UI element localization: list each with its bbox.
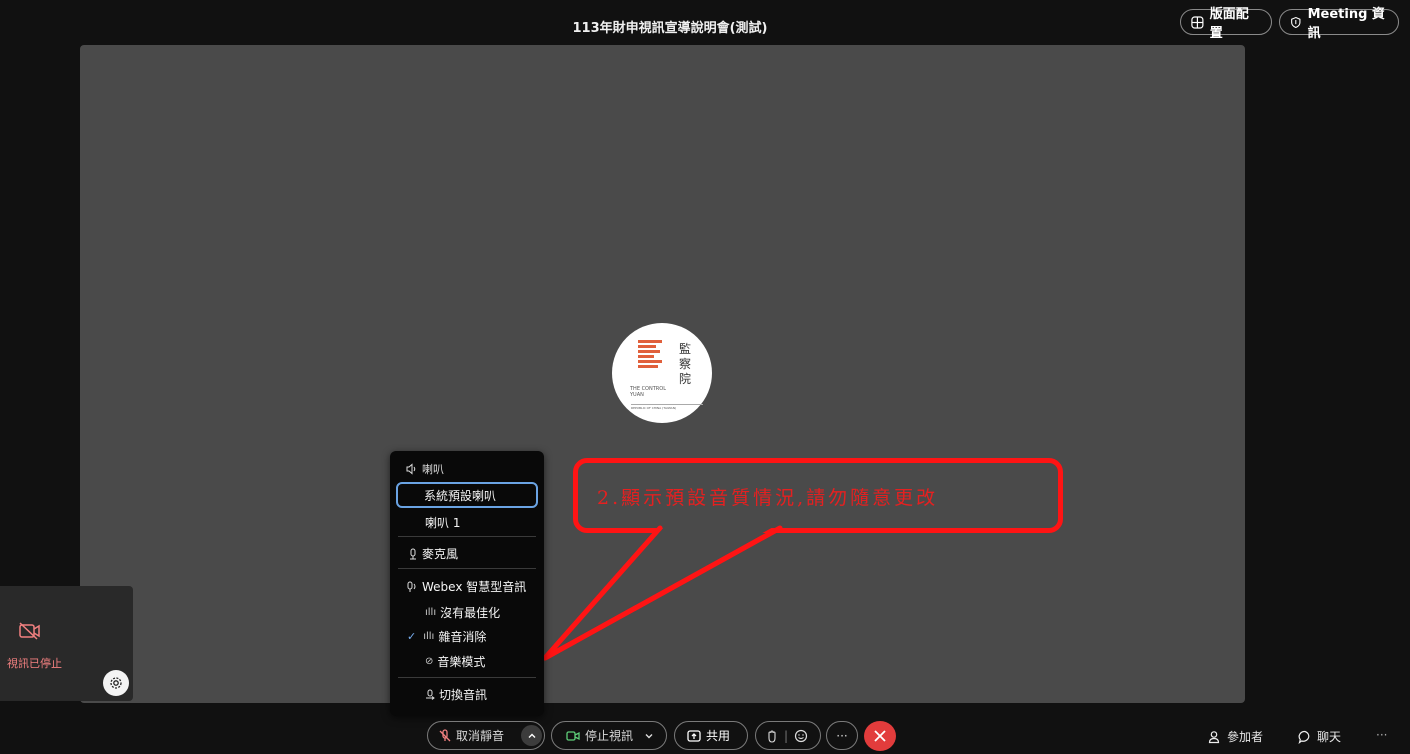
- more-options-button[interactable]: ···: [826, 721, 858, 750]
- meeting-info-button[interactable]: Meeting 資訊: [1279, 7, 1399, 41]
- waveform-icon: ıllı: [425, 607, 437, 618]
- smart-audio-section-label: Webex 智慧型音訊: [422, 580, 527, 594]
- chat-label: 聊天: [1317, 730, 1342, 744]
- chevron-down-icon[interactable]: [644, 731, 654, 741]
- self-view-settings-button[interactable]: [103, 670, 129, 696]
- overflow-dots-icon: ···: [1376, 728, 1388, 742]
- reactions-group[interactable]: |: [755, 721, 821, 750]
- stop-video-label: 停止視訊: [585, 729, 634, 743]
- unmute-button[interactable]: 取消靜音: [427, 721, 545, 750]
- speaker-option-label: 喇叭 1: [425, 516, 461, 530]
- share-label: 共用: [706, 729, 731, 743]
- shield-icon: [1291, 16, 1301, 28]
- participants-label: 參加者: [1227, 730, 1264, 744]
- stop-video-button[interactable]: 停止視訊: [551, 721, 667, 750]
- top-bar: 113年財申視訊宣導說明會(測試) 版面配置 Meeting 資訊: [0, 0, 1410, 44]
- video-stopped-label: 視訊已停止: [7, 657, 62, 670]
- smart-audio-icon: [407, 581, 416, 592]
- logo-en-text: THE CONTROL YUAN: [630, 386, 666, 398]
- meeting-info-label: Meeting 資訊: [1307, 7, 1385, 41]
- close-icon: [874, 730, 886, 742]
- switch-audio-option[interactable]: 切換音訊: [425, 686, 487, 703]
- smart-audio-option-music-mode[interactable]: ⊘ 音樂模式: [425, 653, 485, 670]
- speaker-option-1[interactable]: 喇叭 1: [425, 514, 460, 531]
- speaker-section-label: 喇叭: [422, 463, 444, 476]
- emoji-reaction-icon[interactable]: [794, 729, 808, 743]
- smart-audio-option-no-optimization[interactable]: ıllı 沒有最佳化: [425, 604, 500, 621]
- microphone-section-header[interactable]: 麥克風: [408, 545, 458, 562]
- switch-audio-label: 切換音訊: [439, 688, 488, 702]
- speaker-icon: [406, 463, 416, 475]
- menu-divider: [398, 568, 536, 569]
- microphone-muted-icon: [439, 728, 451, 741]
- chat-button[interactable]: 聊天: [1298, 728, 1341, 745]
- gear-icon: [110, 677, 122, 689]
- unmute-label: 取消靜音: [456, 729, 505, 743]
- waveform-icon: ıllı: [423, 631, 435, 642]
- meeting-title: 113年財申視訊宣導說明會(測試): [572, 21, 768, 36]
- checkmark-icon: ✓: [407, 630, 417, 643]
- reactions-divider: |: [784, 728, 789, 743]
- menu-divider: [398, 677, 536, 678]
- microphone-section-label: 麥克風: [422, 547, 459, 561]
- raise-hand-icon[interactable]: [766, 729, 778, 743]
- smart-audio-option-label: 雜音消除: [438, 630, 487, 644]
- share-screen-icon: [687, 729, 701, 742]
- speaker-option-label: 系統預設喇叭: [424, 488, 497, 503]
- logo-cn-text: 監察院: [679, 342, 692, 386]
- logo-mark-icon: [638, 340, 662, 370]
- smart-audio-option-noise-removal[interactable]: ✓ ıllı 雜音消除: [407, 628, 486, 645]
- participants-icon: [1208, 730, 1220, 743]
- speaker-option-system-default[interactable]: 系統預設喇叭: [396, 482, 538, 508]
- smart-audio-option-label: 音樂模式: [437, 655, 486, 669]
- overflow-menu-button[interactable]: ···: [1376, 728, 1387, 742]
- layout-button[interactable]: 版面配置: [1180, 7, 1272, 41]
- video-icon: [566, 730, 580, 741]
- audio-options-toggle[interactable]: [521, 725, 542, 746]
- smart-audio-option-label: 沒有最佳化: [440, 606, 501, 620]
- video-off-icon: [19, 622, 40, 640]
- music-mode-icon: ⊘: [425, 656, 434, 667]
- chevron-up-icon: [528, 733, 535, 738]
- callout-text: 2.顯示預設音質情況,請勿隨意更改: [597, 487, 939, 509]
- speaker-section-header: 喇叭: [406, 461, 444, 477]
- switch-audio-icon: [426, 689, 435, 700]
- end-call-button[interactable]: [864, 721, 896, 751]
- layout-button-label: 版面配置: [1209, 7, 1249, 41]
- menu-divider: [398, 536, 536, 537]
- participants-button[interactable]: 參加者: [1208, 728, 1263, 745]
- smart-audio-section-header: Webex 智慧型音訊: [406, 578, 526, 595]
- microphone-icon: [410, 548, 416, 559]
- layout-grid-icon: [1191, 15, 1204, 29]
- more-dots-icon: ···: [836, 728, 848, 743]
- logo-sub-text: REPUBLIC OF CHINA (TAIWAN): [631, 404, 703, 410]
- chat-icon: [1298, 730, 1310, 744]
- share-button[interactable]: 共用: [674, 721, 748, 750]
